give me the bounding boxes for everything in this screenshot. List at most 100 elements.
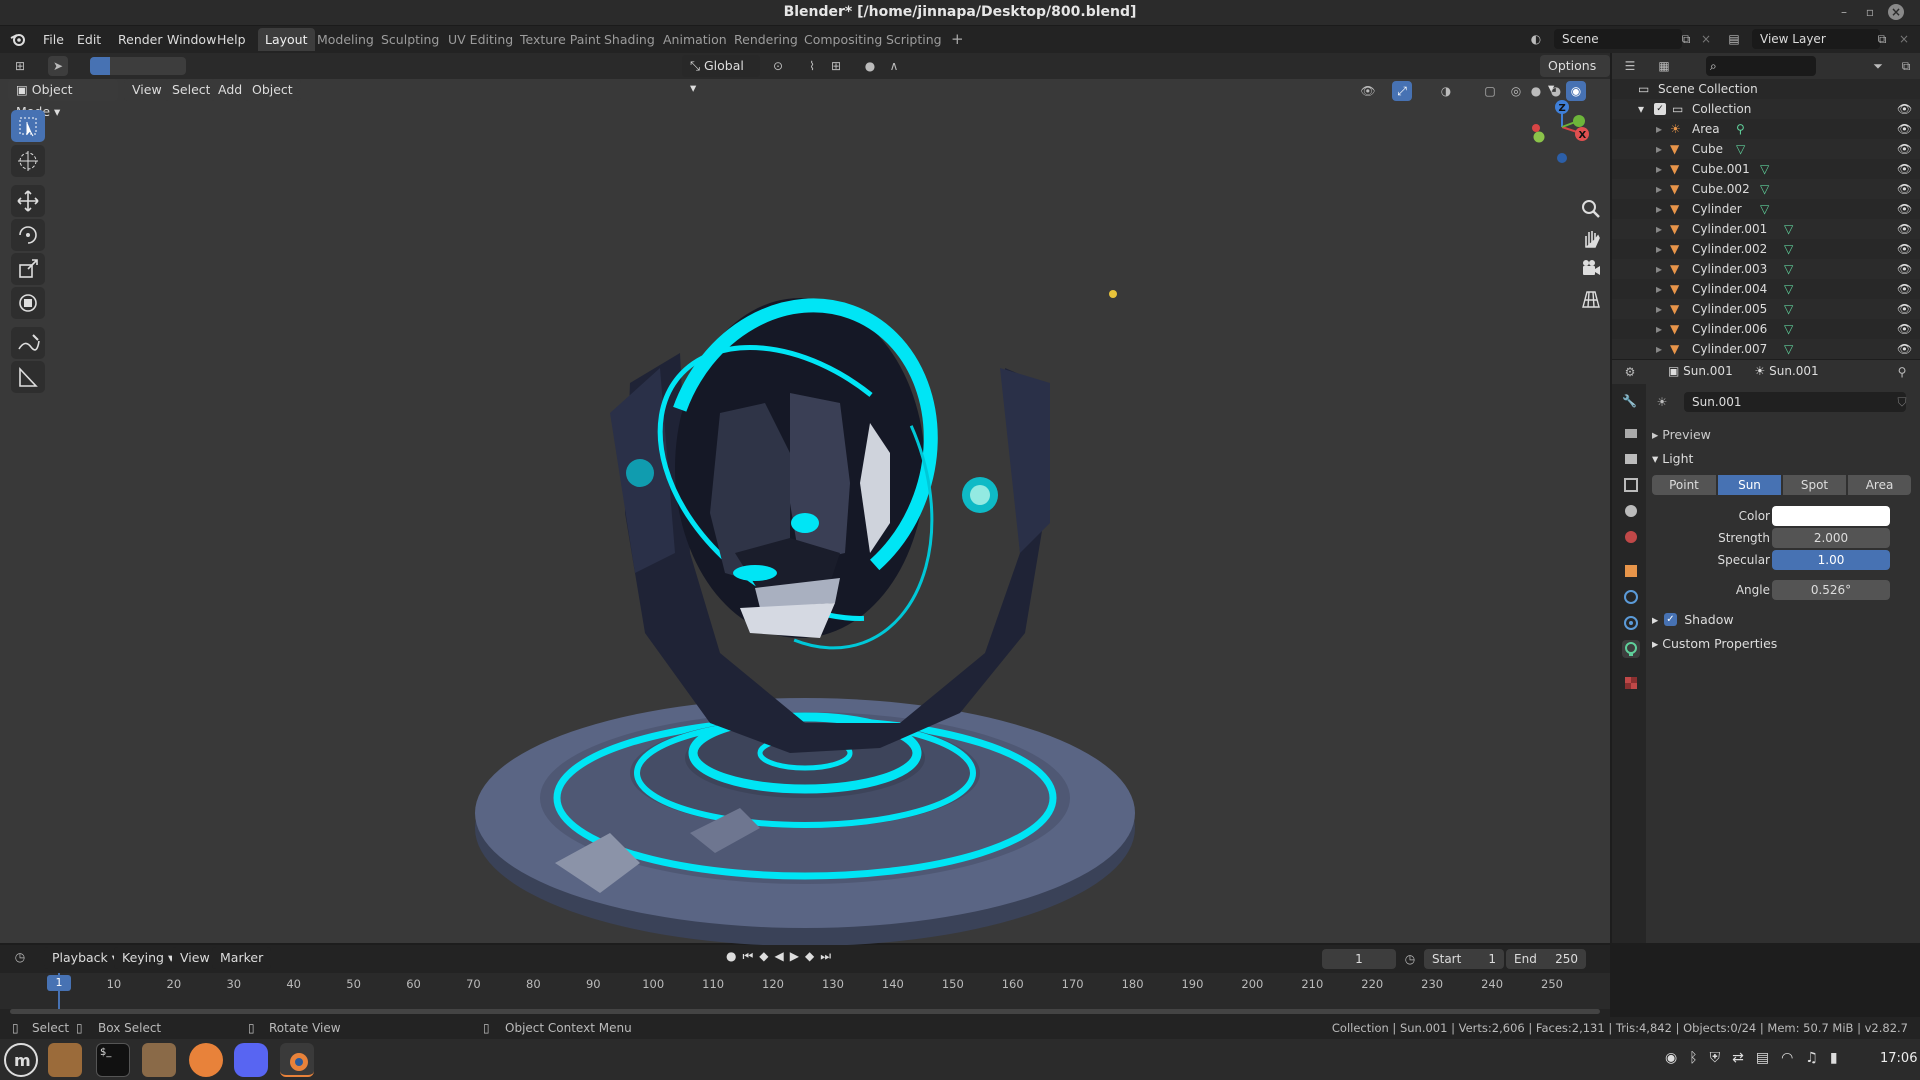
selection-mode-buttons[interactable] bbox=[90, 57, 186, 75]
visibility-eye-icon[interactable]: 👁 bbox=[1897, 299, 1912, 319]
mesh-data-icon[interactable]: ▽ bbox=[1736, 139, 1745, 159]
angle-field[interactable]: 0.526° bbox=[1772, 580, 1890, 600]
light-type-spot[interactable]: Spot bbox=[1782, 475, 1846, 495]
start-menu-icon[interactable]: m bbox=[4, 1043, 38, 1077]
editor-type-icon[interactable]: ⊞ bbox=[10, 56, 30, 76]
outliner-collection[interactable]: ▾ ✓ ▭ Collection 👁 bbox=[1612, 99, 1920, 119]
mesh-data-icon[interactable]: ▽ bbox=[1784, 259, 1793, 279]
select-tool-icon[interactable]: ➤ bbox=[48, 56, 68, 76]
proportional-editing-icon[interactable]: ● bbox=[860, 56, 880, 76]
expand-arrow-icon[interactable]: ▸ bbox=[1656, 239, 1662, 259]
3d-viewport[interactable]: ⊞ ➤ ⤡ Global ▾ ⊙ ⌇ ⊞ ● ∧ Options ▾ ▣ Obj… bbox=[0, 53, 1610, 946]
tool-scale[interactable] bbox=[11, 253, 45, 285]
section-shadow[interactable]: ▸ ✓ Shadow bbox=[1652, 612, 1734, 627]
scene-name-field[interactable]: Scene bbox=[1554, 29, 1682, 49]
light-type-sun[interactable]: Sun bbox=[1717, 475, 1781, 495]
options-dropdown[interactable]: Options ▾ bbox=[1540, 55, 1610, 95]
filter-icon[interactable]: ⏷ bbox=[1868, 56, 1888, 76]
new-collection-icon[interactable]: ⧉ bbox=[1896, 56, 1916, 76]
expand-arrow-icon[interactable]: ▸ bbox=[1656, 159, 1662, 179]
visibility-eye-icon[interactable]: 👁 bbox=[1897, 199, 1912, 219]
volume-icon[interactable]: ♫ bbox=[1805, 1050, 1830, 1066]
file-manager-icon[interactable] bbox=[48, 1043, 82, 1077]
expand-arrow-icon[interactable]: ▸ bbox=[1656, 299, 1662, 319]
visibility-eye-icon[interactable]: 👁 bbox=[1897, 159, 1912, 179]
blender-taskbar-icon[interactable] bbox=[280, 1043, 314, 1077]
section-custom-properties[interactable]: ▸ Custom Properties bbox=[1652, 636, 1777, 651]
shield-icon[interactable]: ⛨ bbox=[1710, 1050, 1733, 1066]
us-flag-icon[interactable]: ▤ bbox=[1756, 1050, 1781, 1066]
tab-animation[interactable]: Animation bbox=[656, 28, 734, 51]
xray-icon[interactable]: ▢ bbox=[1480, 81, 1500, 101]
expand-arrow-icon[interactable]: ▸ bbox=[1656, 119, 1662, 139]
battery-icon[interactable]: ▮ bbox=[1830, 1050, 1850, 1066]
timeline[interactable]: ◷ Playback ▾ Keying ▾ View Marker ●⏮◆◀▶◆… bbox=[0, 945, 1610, 1017]
expand-arrow-icon[interactable]: ▸ bbox=[1656, 319, 1662, 339]
tab-scene-icon[interactable] bbox=[1622, 502, 1640, 520]
visibility-eye-icon[interactable]: 👁 bbox=[1897, 339, 1912, 359]
tab-world-icon[interactable] bbox=[1622, 528, 1640, 546]
tab-constraints-icon[interactable] bbox=[1622, 614, 1640, 632]
light-type-point[interactable]: Point bbox=[1652, 475, 1716, 495]
maximize-icon[interactable]: ▫ bbox=[1862, 4, 1878, 20]
zoom-view-icon[interactable] bbox=[1577, 195, 1605, 223]
outliner-item[interactable]: ▸ ▼ Cylinder.007 ▽ 👁 bbox=[1612, 339, 1920, 359]
mesh-data-icon[interactable]: ▽ bbox=[1784, 219, 1793, 239]
play-icon[interactable]: ▶ bbox=[790, 949, 805, 963]
new-scene-icon[interactable]: ⧉ bbox=[1676, 29, 1696, 49]
display-mode-icon[interactable]: ▦ bbox=[1654, 56, 1674, 76]
outliner-editor-type-icon[interactable]: ☰ bbox=[1620, 56, 1640, 76]
tab-render-icon[interactable] bbox=[1622, 424, 1640, 442]
firefox-icon[interactable] bbox=[189, 1043, 223, 1077]
mesh-data-icon[interactable]: ▽ bbox=[1784, 319, 1793, 339]
outliner-item[interactable]: ▸ ▼ Cube.001 ▽ 👁 bbox=[1612, 159, 1920, 179]
new-view-layer-icon[interactable]: ⧉ bbox=[1872, 29, 1892, 49]
light-type-area[interactable]: Area bbox=[1847, 475, 1911, 495]
outliner-item[interactable]: ▸ ▼ Cylinder.004 ▽ 👁 bbox=[1612, 279, 1920, 299]
viewport-menu-view[interactable]: View bbox=[124, 79, 170, 101]
expand-arrow-icon[interactable]: ▸ bbox=[1656, 139, 1662, 159]
overlays-icon[interactable]: ◑ bbox=[1436, 81, 1456, 101]
timeline-menu-marker[interactable]: Marker bbox=[212, 947, 272, 969]
visibility-eye-icon[interactable]: 👁 bbox=[1897, 239, 1912, 259]
delete-view-layer-icon[interactable]: × bbox=[1894, 29, 1914, 49]
tab-view-layer-icon[interactable] bbox=[1622, 476, 1640, 494]
snap-target-icon[interactable]: ⊞ bbox=[826, 56, 846, 76]
shadow-checkbox[interactable]: ✓ bbox=[1664, 613, 1677, 626]
tool-measure[interactable] bbox=[11, 361, 45, 393]
visibility-eye-icon[interactable]: 👁 bbox=[1897, 119, 1912, 139]
visibility-eye-icon[interactable]: 👁 bbox=[1897, 139, 1912, 159]
tab-output-icon[interactable] bbox=[1622, 450, 1640, 468]
expand-arrow-icon[interactable]: ▸ bbox=[1656, 339, 1662, 359]
mesh-data-icon[interactable]: ▽ bbox=[1760, 199, 1769, 219]
specular-slider[interactable]: 1.00 bbox=[1772, 550, 1890, 570]
jump-end-icon[interactable]: ⏭ bbox=[820, 949, 837, 963]
visibility-eye-icon[interactable]: 👁 bbox=[1897, 99, 1912, 119]
collection-checkbox[interactable]: ✓ bbox=[1654, 103, 1666, 115]
tool-select-box[interactable] bbox=[11, 110, 45, 142]
record-icon[interactable]: ● bbox=[726, 949, 742, 963]
mesh-data-icon[interactable]: ▽ bbox=[1784, 279, 1793, 299]
outliner-item[interactable]: ▸ ▼ Cylinder.005 ▽ 👁 bbox=[1612, 299, 1920, 319]
timeline-menu-view[interactable]: View bbox=[172, 947, 218, 969]
blender-logo-icon[interactable] bbox=[10, 31, 26, 47]
falloff-icon[interactable]: ∧ bbox=[884, 56, 904, 76]
jump-start-icon[interactable]: ⏮ bbox=[742, 949, 759, 963]
pan-view-icon[interactable] bbox=[1577, 225, 1605, 253]
pin-icon[interactable]: ⚲ bbox=[1892, 362, 1912, 382]
current-frame-field[interactable]: 1 bbox=[1322, 949, 1396, 969]
section-preview[interactable]: ▸ Preview bbox=[1652, 427, 1711, 442]
outliner-search-input[interactable]: ⌕ bbox=[1706, 56, 1816, 76]
visibility-eye-icon[interactable]: 👁 bbox=[1897, 259, 1912, 279]
outliner-item[interactable]: ▸ ▼ Cube.002 ▽ 👁 bbox=[1612, 179, 1920, 199]
tab-rendering[interactable]: Rendering bbox=[727, 28, 805, 51]
tab-texture-paint[interactable]: Texture Paint bbox=[513, 28, 608, 51]
mesh-data-icon[interactable]: ▽ bbox=[1760, 179, 1769, 199]
shading-wireframe-icon[interactable]: ◎ bbox=[1506, 81, 1526, 101]
delete-scene-icon[interactable]: × bbox=[1696, 29, 1716, 49]
strength-field[interactable]: 2.000 bbox=[1772, 528, 1890, 548]
bluetooth-icon[interactable]: ᛒ bbox=[1689, 1050, 1709, 1066]
mesh-data-icon[interactable]: ▽ bbox=[1784, 299, 1793, 319]
jump-keyframe-back-icon[interactable]: ◆ bbox=[759, 949, 774, 963]
tool-move[interactable] bbox=[11, 185, 45, 217]
